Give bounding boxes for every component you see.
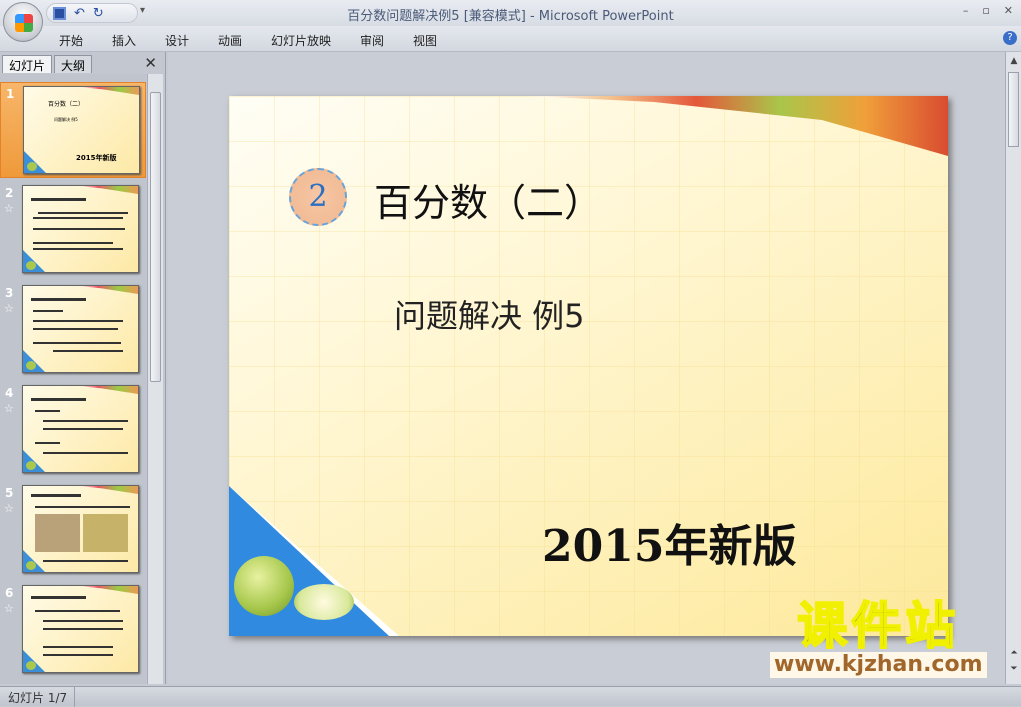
window-title: 百分数问题解决例5 [兼容模式] - Microsoft PowerPoint xyxy=(347,9,674,24)
slide-thumbnail xyxy=(22,285,139,373)
close-pane-icon[interactable]: ✕ xyxy=(144,54,157,72)
thumb-version: 2015年新版 xyxy=(76,154,117,162)
slide-number: 6 xyxy=(5,586,14,600)
slide-scrollbar[interactable]: ▲ ⏶ ⏷ xyxy=(1005,52,1021,684)
slide-subtitle[interactable]: 问题解决 例5 xyxy=(394,291,585,337)
tab-outline[interactable]: 大纲 xyxy=(54,55,93,73)
slide-number: 4 xyxy=(5,386,14,400)
watermark-logo: 课件站 www.kjzhan.com xyxy=(770,597,987,678)
undo-icon[interactable]: ↶ xyxy=(74,6,85,21)
window-controls: – ▫ ✕ xyxy=(963,4,1013,17)
slide-thumbnail xyxy=(22,185,139,273)
animation-star-icon: ☆ xyxy=(4,402,14,415)
animation-star-icon: ☆ xyxy=(4,302,14,315)
animation-star-icon: ☆ xyxy=(4,502,14,515)
thumbnail-list: 1 百分数（二） 问题解决 例5 2015年新版 2☆ 3☆ 4☆ 5☆ xyxy=(0,74,146,684)
help-icon[interactable]: ? xyxy=(1003,31,1017,45)
animation-star-icon: ☆ xyxy=(4,202,14,215)
restore-button[interactable]: ▫ xyxy=(982,4,989,17)
apple-image xyxy=(234,556,294,616)
thumbnail-6[interactable]: 6 ☆ xyxy=(0,582,146,678)
minimize-button[interactable]: – xyxy=(963,4,969,17)
status-bar: 幻灯片 1/7 xyxy=(0,686,1021,707)
close-button[interactable]: ✕ xyxy=(1004,4,1013,17)
thumbnail-3[interactable]: 3 ☆ xyxy=(0,282,146,378)
slide-canvas[interactable]: 2 百分数（二） 问题解决 例5 2015年新版 xyxy=(229,96,948,636)
thumbnail-scrollbar[interactable] xyxy=(147,74,163,684)
thumbnail-5[interactable]: 5 ☆ xyxy=(0,482,146,578)
scroll-up-icon[interactable]: ▲ xyxy=(1007,56,1021,66)
slide-counter: 幻灯片 1/7 xyxy=(8,691,68,705)
customize-qat-icon[interactable]: ▾ xyxy=(140,5,145,16)
title-bar: 百分数问题解决例5 [兼容模式] - Microsoft PowerPoint … xyxy=(0,0,1021,26)
tab-design[interactable]: 设计 xyxy=(165,32,189,49)
tab-view[interactable]: 视图 xyxy=(413,32,437,49)
redo-icon[interactable]: ↻ xyxy=(93,6,104,21)
slide-number: 5 xyxy=(5,486,14,500)
slide-number: 3 xyxy=(5,286,14,300)
slide-title[interactable]: 百分数（二） xyxy=(374,172,602,227)
slide-thumbnail xyxy=(22,385,139,473)
thumb-subtitle: 问题解决 例5 xyxy=(54,117,78,122)
previous-slide-icon[interactable]: ⏶ xyxy=(1007,648,1021,658)
chapter-badge: 2 xyxy=(289,168,347,226)
animation-star-icon: ☆ xyxy=(4,602,14,615)
slide-number: 2 xyxy=(5,186,14,200)
thumbnail-1[interactable]: 1 百分数（二） 问题解决 例5 2015年新版 xyxy=(0,82,146,178)
slide-thumbnail xyxy=(22,485,139,573)
office-button[interactable] xyxy=(3,2,43,42)
save-icon[interactable] xyxy=(53,6,66,20)
slide-number: 1 xyxy=(6,87,15,101)
tab-slides[interactable]: 幻灯片 xyxy=(2,55,53,73)
tab-home[interactable]: 开始 xyxy=(59,32,83,49)
thumb-title: 百分数（二） xyxy=(48,101,85,108)
watermark-url: www.kjzhan.com xyxy=(770,652,987,678)
watermark-text: 课件站 xyxy=(796,597,960,655)
ribbon-tabs: 开始 插入 设计 动画 幻灯片放映 审阅 视图 ? xyxy=(0,26,1021,52)
slide-version-text[interactable]: 2015年新版 xyxy=(542,510,796,574)
thumbnail-2[interactable]: 2 ☆ xyxy=(0,182,146,278)
tab-review[interactable]: 审阅 xyxy=(360,32,384,49)
apple-slice-image xyxy=(294,584,354,620)
slides-pane: 幻灯片 大纲 ✕ 1 百分数（二） 问题解决 例5 2015年新版 2 ☆ 3 ☆ … xyxy=(0,52,166,684)
scrollbar-thumb[interactable] xyxy=(1008,72,1019,147)
next-slide-icon[interactable]: ⏷ xyxy=(1007,664,1021,674)
scrollbar-thumb[interactable] xyxy=(150,92,161,382)
office-logo-icon xyxy=(15,14,33,32)
slide-thumbnail xyxy=(22,585,139,673)
slide-thumbnail: 百分数（二） 问题解决 例5 2015年新版 xyxy=(23,86,140,174)
thumbnail-4[interactable]: 4 ☆ xyxy=(0,382,146,478)
tab-animations[interactable]: 动画 xyxy=(218,32,242,49)
tab-insert[interactable]: 插入 xyxy=(112,32,136,49)
tab-slideshow[interactable]: 幻灯片放映 xyxy=(271,32,331,49)
quick-access-toolbar: ↶ ↻ xyxy=(46,3,138,23)
